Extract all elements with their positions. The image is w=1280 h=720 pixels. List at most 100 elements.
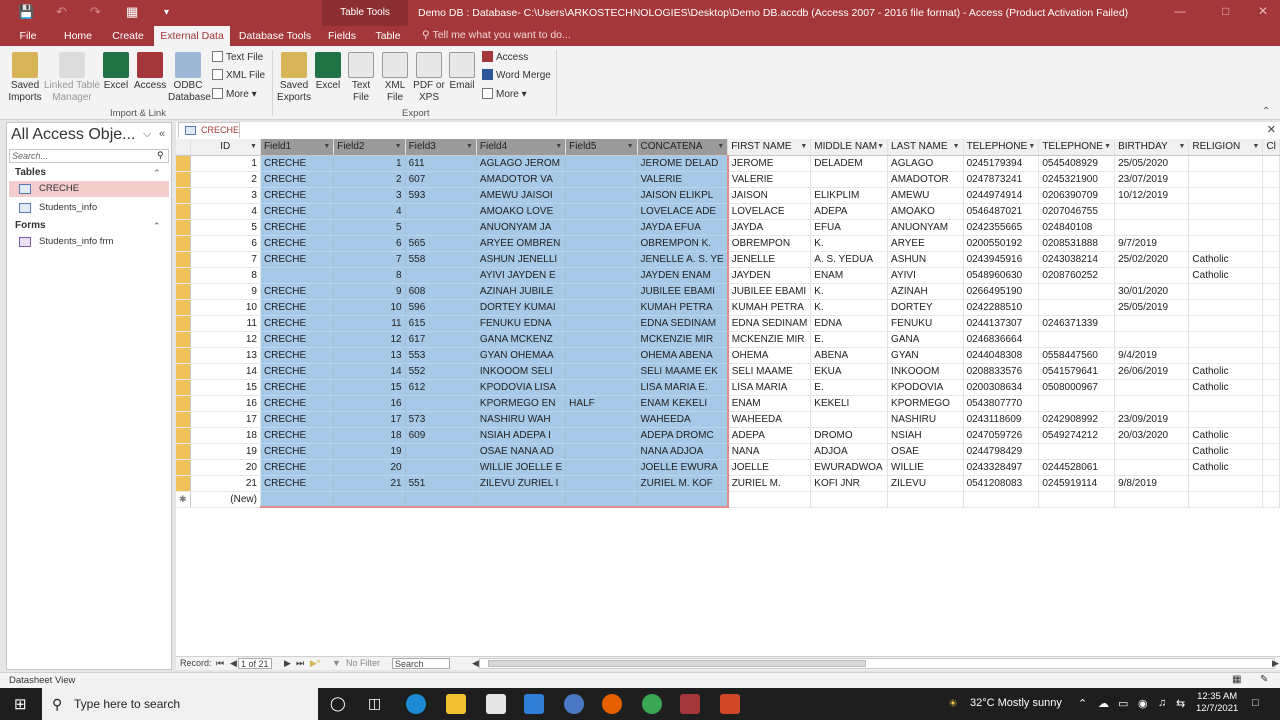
- table-cell[interactable]: CRECHE: [260, 283, 335, 300]
- table-cell[interactable]: 8: [333, 267, 406, 284]
- table-cell[interactable]: [405, 491, 477, 508]
- shutter-bar-icon[interactable]: «: [159, 128, 165, 140]
- row-selector[interactable]: [176, 171, 191, 188]
- table-cell[interactable]: [1114, 219, 1190, 236]
- table-cell[interactable]: 17: [333, 411, 406, 428]
- table-cell[interactable]: 0242355665: [963, 219, 1040, 236]
- table-cell[interactable]: GANA MCKENZ: [476, 331, 567, 348]
- export-xml-file-button[interactable]: XML File: [380, 52, 410, 104]
- table-cell[interactable]: [1262, 379, 1280, 396]
- table-cell[interactable]: [565, 347, 638, 364]
- row-selector[interactable]: [176, 235, 191, 252]
- column-header[interactable]: RELIGION ▼: [1188, 139, 1264, 156]
- table-cell[interactable]: JENELLE: [727, 251, 812, 268]
- table-cell[interactable]: [1114, 379, 1190, 396]
- table-cell[interactable]: 1: [190, 155, 261, 172]
- table-cell[interactable]: AMADOTOR VA: [476, 171, 567, 188]
- table-cell[interactable]: [637, 491, 729, 508]
- row-selector[interactable]: [176, 187, 191, 204]
- table-cell[interactable]: MCKENZIE MIR: [637, 331, 729, 348]
- table-cell[interactable]: 0546487021: [963, 203, 1040, 220]
- table-cell[interactable]: 0247059726: [963, 427, 1040, 444]
- nav-section-tables[interactable]: Tables: [15, 167, 46, 178]
- table-cell[interactable]: 17: [190, 411, 261, 428]
- row-selector[interactable]: [176, 155, 191, 172]
- row-selector[interactable]: [176, 251, 191, 268]
- row-selector[interactable]: [176, 283, 191, 300]
- table-cell[interactable]: 7: [190, 251, 261, 268]
- chevron-up-icon[interactable]: ⌃: [153, 168, 161, 179]
- table-cell[interactable]: [1114, 203, 1190, 220]
- table-cell[interactable]: K.: [810, 235, 889, 252]
- table-cell[interactable]: [1188, 331, 1264, 348]
- table-cell[interactable]: JAYDEN ENAM: [637, 267, 729, 284]
- scroll-left-icon[interactable]: ◀: [472, 658, 479, 669]
- table-cell[interactable]: 0242288510: [963, 299, 1040, 316]
- table-cell[interactable]: [565, 203, 638, 220]
- table-cell[interactable]: FENUKU: [887, 315, 964, 332]
- table-cell[interactable]: 0245919114: [1038, 475, 1116, 492]
- row-selector[interactable]: [176, 427, 191, 444]
- export-more-button[interactable]: More ▾: [482, 88, 527, 100]
- table-cell[interactable]: 0548960630: [963, 267, 1040, 284]
- table-cell[interactable]: 15: [333, 379, 406, 396]
- table-cell[interactable]: [1262, 315, 1280, 332]
- form-view-icon[interactable]: ▦: [126, 4, 138, 20]
- taskbar-search-box[interactable]: ⚲ Type here to search: [42, 688, 318, 720]
- table-cell[interactable]: [565, 235, 638, 252]
- table-cell[interactable]: [1262, 475, 1280, 492]
- table-cell[interactable]: 0206390709: [1038, 187, 1116, 204]
- table-cell[interactable]: VALERIE: [727, 171, 812, 188]
- table-cell[interactable]: 551: [405, 475, 477, 492]
- table-cell[interactable]: Catholic: [1188, 379, 1264, 396]
- table-cell[interactable]: 0208833576: [963, 363, 1040, 380]
- table-cell[interactable]: 25/05/2019: [1114, 299, 1190, 316]
- table-cell[interactable]: 0266495190: [963, 283, 1040, 300]
- table-cell[interactable]: CRECHE: [260, 347, 335, 364]
- collapse-ribbon-icon[interactable]: ⌃: [1262, 106, 1270, 117]
- table-cell[interactable]: [1262, 299, 1280, 316]
- table-cell[interactable]: [405, 443, 477, 460]
- table-cell[interactable]: KUMAH PETRA: [637, 299, 729, 316]
- last-record-icon[interactable]: ⏭: [296, 658, 304, 669]
- table-cell[interactable]: [1262, 155, 1280, 172]
- table-cell[interactable]: [565, 315, 638, 332]
- table-cell[interactable]: AYIVI JAYDEN E: [476, 267, 567, 284]
- table-cell[interactable]: DROMO: [810, 427, 889, 444]
- tab-home[interactable]: Home: [56, 26, 100, 46]
- edge-icon[interactable]: [406, 694, 426, 714]
- table-cell[interactable]: [1114, 395, 1190, 412]
- table-cell[interactable]: 608: [405, 283, 477, 300]
- table-cell[interactable]: 611: [405, 155, 477, 172]
- table-cell[interactable]: 8: [190, 267, 261, 284]
- table-cell[interactable]: 0508000967: [1038, 379, 1116, 396]
- table-cell[interactable]: [565, 411, 638, 428]
- table-cell[interactable]: 0207046755: [1038, 203, 1116, 220]
- table-cell[interactable]: CRECHE: [260, 155, 335, 172]
- nav-search-input[interactable]: Search...: [9, 149, 169, 163]
- table-cell[interactable]: 0243038214: [1038, 251, 1116, 268]
- table-cell[interactable]: 16: [190, 395, 261, 412]
- table-cell[interactable]: 1: [333, 155, 406, 172]
- table-cell[interactable]: 0549274212: [1038, 427, 1116, 444]
- table-cell[interactable]: 0558447560: [1038, 347, 1116, 364]
- new-row-selector[interactable]: ✱: [176, 491, 191, 508]
- table-cell[interactable]: AGLAGO: [887, 155, 964, 172]
- table-cell[interactable]: 553: [405, 347, 477, 364]
- nav-pane-title[interactable]: All Access Obje...: [11, 126, 136, 144]
- column-header[interactable]: LAST NAME ▼: [887, 139, 964, 156]
- table-cell[interactable]: NASHIRU: [887, 411, 964, 428]
- close-icon[interactable]: ✕: [1258, 4, 1268, 18]
- table-cell[interactable]: 21: [190, 475, 261, 492]
- table-cell[interactable]: [260, 491, 335, 508]
- table-cell[interactable]: 16: [333, 395, 406, 412]
- table-cell[interactable]: [1188, 187, 1264, 204]
- table-cell[interactable]: K.: [810, 283, 889, 300]
- table-cell[interactable]: [1188, 315, 1264, 332]
- customize-quick-access-icon[interactable]: ▾: [164, 7, 169, 18]
- table-cell[interactable]: CRECHE: [260, 315, 335, 332]
- table-cell[interactable]: EDNA SEDINAM: [727, 315, 812, 332]
- table-cell[interactable]: [565, 155, 638, 172]
- table-cell[interactable]: KUMAH PETRA: [727, 299, 812, 316]
- table-cell[interactable]: [405, 395, 477, 412]
